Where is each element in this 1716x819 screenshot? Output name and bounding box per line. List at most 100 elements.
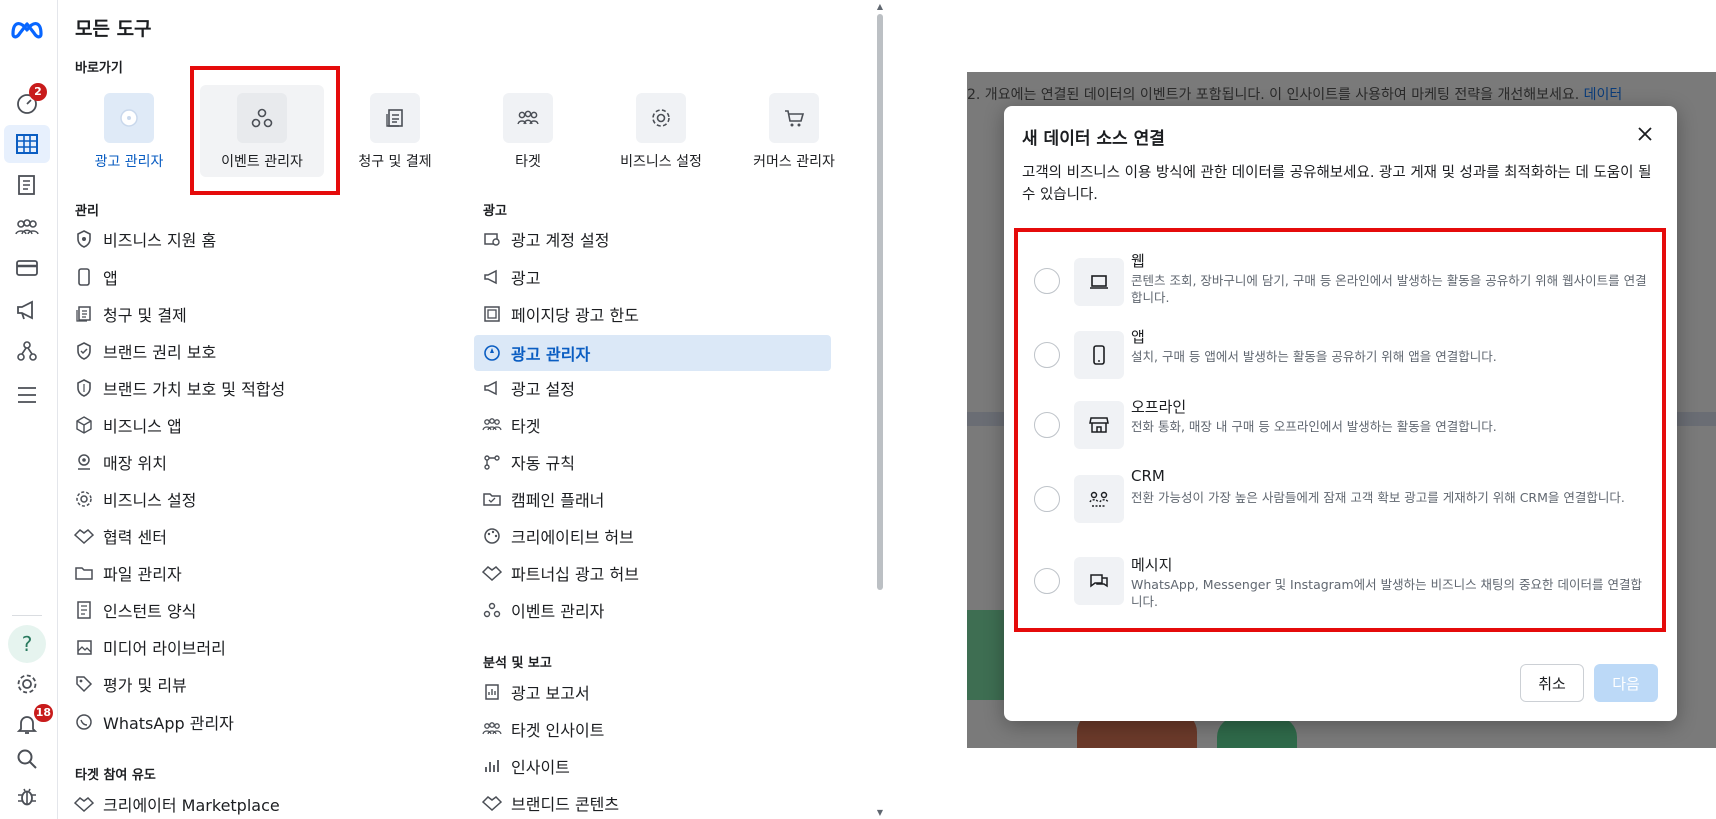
bug-icon[interactable]	[13, 782, 41, 810]
menu-item[interactable]: 인스턴트 양식	[73, 594, 196, 626]
bars-icon	[481, 755, 503, 777]
menu-item[interactable]: 타겟	[481, 409, 540, 441]
menu-item[interactable]: 브랜드 가치 보호 및 적합성	[73, 372, 285, 404]
dashboard-icon[interactable]: 2	[13, 83, 47, 117]
menu-item[interactable]: 광고	[481, 261, 540, 293]
bell-icon[interactable]: 18	[13, 704, 53, 738]
highlight-box	[190, 66, 340, 195]
close-icon[interactable]	[1635, 124, 1655, 144]
cart-icon	[769, 93, 819, 143]
left-rail: 2 ? 18	[0, 0, 58, 819]
cube-icon	[73, 414, 95, 436]
handshake-icon	[481, 792, 503, 814]
menu-item[interactable]: 페이지당 광고 한도	[481, 298, 639, 330]
scroll-up-icon[interactable]: ▲	[875, 2, 885, 11]
rail-divider	[12, 615, 42, 616]
background-illustration	[1217, 717, 1297, 748]
menu-icon[interactable]	[13, 381, 41, 409]
grid-icon[interactable]	[4, 125, 50, 163]
menu-item[interactable]: WhatsApp 관리자	[73, 706, 234, 738]
all-tools-panel: 모든 도구 바로가기 광고 관리자 이벤트 관리자 청구 및 결제 타겟 비즈니…	[57, 0, 877, 819]
people-icon[interactable]	[13, 213, 41, 241]
menu-item[interactable]: 파일 관리자	[73, 557, 182, 589]
palette-icon	[481, 525, 503, 547]
scroll-down-icon[interactable]: ▼	[875, 808, 885, 817]
shortcut-ads-manager[interactable]: 광고 관리자	[67, 85, 191, 177]
folder-check-icon	[481, 488, 503, 510]
gear-icon	[636, 93, 686, 143]
scroll-thumb[interactable]	[877, 14, 883, 590]
megaphone-icon	[481, 377, 503, 399]
frame-icon	[481, 303, 503, 325]
menu-item[interactable]: 평가 및 리뷰	[73, 668, 187, 700]
shortcut-billing[interactable]: 청구 및 결제	[333, 85, 457, 177]
menu-item[interactable]: 광고 보고서	[481, 676, 590, 708]
menu-item[interactable]: 비즈니스 설정	[73, 483, 196, 515]
gear-icon	[73, 488, 95, 510]
menu-item[interactable]: 협력 센터	[73, 520, 167, 552]
background-text: 2. 개요에는 연결된 데이터의 이벤트가 포함됩니다. 이 인사이트를 사용하…	[967, 87, 1623, 103]
notification-badge: 18	[33, 704, 53, 722]
shortcuts-heading: 바로가기	[75, 61, 123, 76]
next-button[interactable]: 다음	[1594, 664, 1658, 702]
pages-icon[interactable]	[13, 171, 41, 199]
shortcut-audience[interactable]: 타겟	[466, 85, 590, 177]
shortcut-commerce-manager[interactable]: 커머스 관리자	[732, 85, 856, 177]
notification-badge: 2	[29, 83, 47, 101]
menu-item[interactable]: 광고 계정 설정	[481, 223, 610, 255]
menu-item[interactable]: 인사이트	[481, 750, 570, 782]
menu-item[interactable]: 앱	[73, 261, 118, 293]
report-icon	[481, 681, 503, 703]
menu-item[interactable]: 청구 및 결제	[73, 298, 187, 330]
cancel-button[interactable]: 취소	[1520, 664, 1584, 702]
rules-icon	[481, 451, 503, 473]
menu-item[interactable]: 미디어 라이브러리	[73, 631, 226, 663]
folder-icon	[73, 562, 95, 584]
menu-item[interactable]: 브랜드 권리 보호	[73, 335, 216, 367]
shortcut-label: 비즈니스 설정	[620, 154, 702, 170]
shortcut-label: 커머스 관리자	[753, 154, 835, 170]
ads-heading: 광고	[483, 204, 507, 219]
menu-item[interactable]: 이벤트 관리자	[481, 594, 604, 626]
analysis-heading: 분석 및 보고	[483, 656, 552, 671]
audience-icon	[481, 718, 503, 740]
menu-item[interactable]: 크리에이티브 허브	[481, 520, 634, 552]
menu-item[interactable]: 자동 규칙	[481, 446, 575, 478]
menu-scrollbar[interactable]: ▲ ▼	[875, 0, 885, 819]
gauge-icon	[481, 342, 503, 364]
menu-item-selected[interactable]: 광고 관리자	[474, 335, 831, 371]
meta-logo[interactable]	[10, 16, 44, 40]
menu-item[interactable]: 비즈니스 지원 홈	[73, 223, 216, 255]
megaphone-icon[interactable]	[13, 296, 41, 324]
menu-item[interactable]: 파트너십 광고 허브	[481, 557, 639, 589]
shortcut-label: 타겟	[515, 154, 541, 170]
settings-icon	[481, 228, 503, 250]
help-icon[interactable]: ?	[8, 625, 46, 663]
search-icon[interactable]	[13, 745, 41, 773]
tree-icon[interactable]	[13, 337, 41, 365]
dialog-title: 새 데이터 소스 연결	[1022, 129, 1165, 149]
tag-icon	[73, 673, 95, 695]
menu-item[interactable]: 비즈니스 앱	[73, 409, 182, 441]
gear-icon[interactable]	[13, 670, 41, 698]
menu-item[interactable]: 캠페인 플래너	[481, 483, 604, 515]
shield-check-icon	[73, 340, 95, 362]
handshake-icon	[73, 525, 95, 547]
phone-icon	[73, 266, 95, 288]
handshake-icon	[481, 562, 503, 584]
menu-item[interactable]: 크리에이터 Marketplace	[73, 788, 280, 819]
menu-item[interactable]: 매장 위치	[73, 446, 167, 478]
card-icon[interactable]	[13, 254, 41, 282]
menu-item[interactable]: 광고 설정	[481, 372, 575, 404]
shield-icon	[73, 377, 95, 399]
shortcut-business-settings[interactable]: 비즈니스 설정	[599, 85, 723, 177]
event-icon	[481, 599, 503, 621]
form-icon	[73, 599, 95, 621]
menu-item[interactable]: 타겟 인사이트	[481, 713, 604, 745]
menu-item[interactable]: 브랜디드 콘텐츠	[481, 787, 619, 819]
megaphone-icon	[481, 266, 503, 288]
whatsapp-icon	[73, 711, 95, 733]
page-title: 모든 도구	[75, 18, 152, 40]
highlight-box	[1014, 228, 1666, 632]
shortcut-label: 청구 및 결제	[358, 154, 432, 170]
